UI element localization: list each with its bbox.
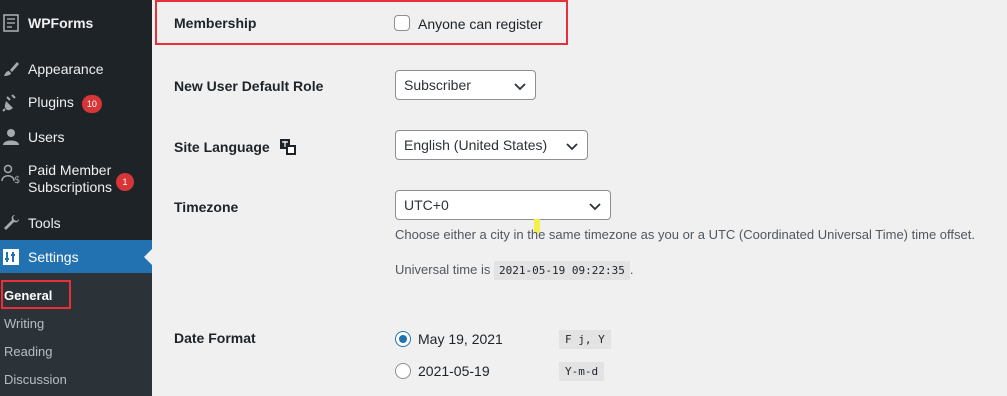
sidebar-item-label: Users	[28, 129, 65, 145]
universal-time-value: 2021-05-19 09:22:35	[493, 261, 630, 280]
sidebar-item-appearance[interactable]: Appearance	[0, 58, 152, 80]
chevron-down-icon	[589, 203, 601, 211]
site-language-value: English (United States)	[404, 137, 548, 153]
date-format-option-2-code: Y-m-d	[559, 362, 605, 381]
sidebar-item-settings[interactable]: Settings	[0, 240, 152, 274]
date-format-label: Date Format	[174, 330, 256, 346]
settings-form: Membership Anyone can register New User …	[152, 0, 1007, 396]
sidebar-item-users[interactable]: Users	[0, 126, 152, 148]
sidebar-item-label: Appearance	[28, 61, 104, 77]
paintbrush-icon	[1, 59, 21, 79]
wpforms-icon	[1, 13, 21, 33]
default-role-value: Subscriber	[404, 77, 471, 93]
sidebar-item-label: Paid Member Subscriptions	[28, 162, 112, 196]
timezone-description: Choose either a city in the same timezon…	[395, 227, 975, 242]
sidebar-item-label: Tools	[28, 215, 61, 231]
wrench-icon	[1, 213, 21, 233]
plugins-update-badge: 10	[81, 94, 102, 113]
chevron-down-icon	[514, 83, 526, 91]
site-language-label: Site Language	[174, 138, 297, 156]
translation-icon	[279, 139, 296, 155]
site-language-text: Site Language	[174, 139, 270, 155]
timezone-value: UTC+0	[404, 197, 449, 213]
plugins-label: Plugins	[28, 93, 74, 110]
sidebar-item-tools[interactable]: Tools	[0, 212, 152, 234]
default-role-select[interactable]: Subscriber	[395, 70, 536, 100]
paid-member-badge: 1	[116, 173, 134, 191]
highlight-box-general	[1, 280, 71, 309]
universal-time-suffix: .	[629, 262, 634, 277]
default-role-label: New User Default Role	[174, 78, 324, 94]
user-icon	[1, 127, 21, 147]
anyone-can-register-checkbox[interactable]	[394, 15, 410, 31]
admin-sidebar: WPForms Appearance Plugins 10 Users $ Pa…	[0, 0, 152, 396]
sidebar-item-plugins[interactable]: Plugins 10	[0, 92, 152, 114]
active-arrow	[144, 249, 152, 265]
site-language-select[interactable]: English (United States)	[395, 130, 588, 160]
chevron-down-icon	[566, 143, 578, 151]
sidebar-item-paid-member-subscriptions[interactable]: $ Paid Member Subscriptions 1	[0, 162, 152, 200]
plugin-icon	[1, 93, 21, 113]
timezone-label: Timezone	[174, 199, 239, 215]
sidebar-item-wpforms[interactable]: WPForms	[0, 12, 152, 34]
date-format-radio-2[interactable]	[395, 363, 411, 379]
anyone-can-register-label: Anyone can register	[418, 16, 543, 32]
sidebar-item-label: Plugins 10	[28, 94, 102, 113]
membership-label: Membership	[174, 15, 257, 31]
date-format-option-1-label: May 19, 2021	[418, 331, 503, 347]
date-format-option-2-label: 2021-05-19	[418, 363, 490, 379]
sidebar-item-label: Settings	[28, 249, 79, 265]
timezone-select[interactable]: UTC+0	[395, 190, 611, 220]
universal-time: Universal time is 2021-05-19 09:22:35.	[395, 261, 634, 280]
date-format-radio-1[interactable]	[395, 331, 411, 347]
paid-member-label-line2: Subscriptions	[28, 179, 113, 195]
svg-text:$: $	[14, 175, 20, 184]
submenu-item-discussion[interactable]: Discussion	[4, 372, 67, 387]
submenu-item-reading[interactable]: Reading	[4, 344, 52, 359]
universal-time-prefix: Universal time is	[395, 262, 491, 277]
submenu-item-writing[interactable]: Writing	[4, 316, 44, 331]
date-format-option-1-code: F j, Y	[559, 330, 611, 349]
settings-icon	[1, 247, 21, 267]
paid-member-icon: $	[1, 164, 21, 184]
sidebar-item-label: WPForms	[28, 15, 94, 31]
paid-member-label-line1: Paid Member	[28, 162, 112, 178]
